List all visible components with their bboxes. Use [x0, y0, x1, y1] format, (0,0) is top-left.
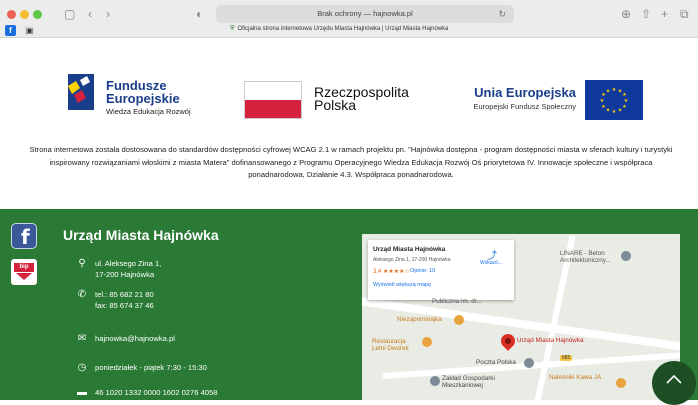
- envelope-icon: ✉: [77, 333, 87, 344]
- eu-flag-icon: ★ ★★ ★★★ ★★★ ★★★: [585, 80, 643, 120]
- restaurant-marker-icon[interactable]: [422, 337, 432, 347]
- google-map-embed[interactable]: Urząd Miasta Hajnówka Aleksego Zina 1, 1…: [362, 234, 680, 400]
- directions-link[interactable]: Wskazó...: [480, 260, 502, 266]
- svg-text:★: ★: [612, 109, 617, 115]
- phone-number[interactable]: tel.: 85 682 21 80: [95, 290, 154, 299]
- place-name: Urząd Miasta Hajnówka: [373, 246, 446, 253]
- tab-overview-icon[interactable]: ⧉: [680, 7, 689, 21]
- footer-contact-section: f bip Urząd Miasta Hajnówka ⚲ ul. Alekse…: [0, 209, 698, 400]
- fundusze-europejskie-logo-icon: [68, 74, 94, 110]
- map-marker-icon[interactable]: [621, 251, 631, 261]
- pl-line2: Polska: [314, 97, 357, 113]
- office-hours: poniedziałek - piątek 7:30 - 15:30: [95, 363, 207, 372]
- bip-label: bip: [14, 263, 34, 272]
- main-location-pin-icon[interactable]: [498, 331, 518, 351]
- unia-europejska-text: Unia Europejska Europejski Fundusz Społe…: [440, 86, 576, 111]
- ue-line2: Europejski Fundusz Społeczny: [473, 102, 576, 111]
- email-link[interactable]: hajnowka@hajnowka.pl: [95, 333, 175, 344]
- place-address: Aleksego Zina 1, 17-200 Hajnówka: [373, 257, 451, 263]
- cafe-marker-icon[interactable]: [616, 378, 626, 388]
- fax-number: fax: 85 674 37 46: [95, 301, 154, 310]
- bank-card-icon: ▬: [77, 387, 87, 398]
- map-poi-linare[interactable]: LINARE - Beton Architektoniczny...: [560, 250, 611, 264]
- location-pin-icon: ⚲: [78, 258, 86, 269]
- eu-funding-logos: Fundusze Europejskie Wiedza Edukacja Roz…: [0, 38, 698, 138]
- reload-icon[interactable]: ↻: [498, 5, 506, 23]
- svg-text:★: ★: [606, 89, 611, 95]
- bip-link-icon[interactable]: bip: [11, 259, 37, 285]
- footer-title: Urząd Miasta Hajnówka: [63, 227, 219, 243]
- fundusze-europejskie-text: Fundusze Europejskie Wiedza Edukacja Roz…: [106, 79, 191, 116]
- post-office-marker-icon[interactable]: [524, 358, 534, 368]
- svg-text:★: ★: [606, 108, 611, 114]
- view-larger-map-link[interactable]: Wyświetl większą mapę: [373, 282, 431, 288]
- map-poi-restauracja[interactable]: Restauracja Letni Dworek: [372, 338, 409, 352]
- scroll-to-top-button[interactable]: [652, 361, 696, 405]
- clock-icon: ◷: [77, 362, 87, 373]
- address-bar[interactable]: Brak ochrony — hajnowka.pl ↻: [216, 5, 514, 23]
- rzeczpospolita-polska-text: Rzeczpospolita Polska: [314, 85, 409, 113]
- svg-text:★: ★: [622, 104, 627, 110]
- zoom-window-button[interactable]: [33, 10, 42, 19]
- poland-flag-icon: [244, 81, 302, 119]
- fe-line2: Europejskie: [106, 91, 180, 106]
- city-crest-icon: ⛨: [230, 26, 235, 32]
- browser-toolbar: ▢ ‹ › ◐ Brak ochrony — hajnowka.pl ↻ ⊕ ⇧…: [0, 0, 698, 38]
- poi-zaklad-line2: Mieszkaniowej: [442, 382, 483, 389]
- restaurant-marker-icon[interactable]: [454, 315, 464, 325]
- svg-text:★: ★: [600, 98, 605, 104]
- facebook-link-icon[interactable]: f: [11, 223, 37, 249]
- forward-icon[interactable]: ›: [106, 7, 110, 21]
- privacy-shield-icon[interactable]: ◐: [196, 7, 203, 21]
- map-poi-zaklad[interactable]: Zakład Gospodarki Mieszkaniowej: [442, 375, 495, 389]
- reviews-link[interactable]: Opinie: 10: [410, 268, 435, 274]
- chevron-up-icon: [666, 374, 682, 384]
- road-number-badge: 685: [560, 355, 573, 361]
- phone-icon: ✆: [77, 289, 87, 300]
- download-icon[interactable]: ⊕: [621, 7, 631, 21]
- tab-active[interactable]: ⛨ Oficjalna strona internetowa Urzędu Mia…: [230, 26, 449, 33]
- accessibility-notice: Strona internetowa została dostosowana d…: [29, 145, 673, 179]
- map-place-card: Urząd Miasta Hajnówka Aleksego Zina 1, 1…: [368, 240, 514, 300]
- tab-bar: f ▣ ⛨ Oficjalna strona internetowa Urzędu…: [0, 24, 698, 38]
- bank-account: 46 1020 1332 0000 1602 0276 4058: [95, 388, 218, 397]
- svg-text:★: ★: [601, 104, 606, 110]
- address-line1: ul. Aleksego Zina 1,: [95, 259, 162, 268]
- close-window-button[interactable]: [7, 10, 16, 19]
- bookmark-favicon-2-icon[interactable]: ▣: [24, 25, 35, 36]
- minimize-window-button[interactable]: [20, 10, 29, 19]
- map-poi-szkola[interactable]: Publiczna im. dr...: [432, 298, 482, 305]
- svg-text:★: ★: [612, 87, 617, 93]
- fe-line3: Wiedza Edukacja Rozwój: [106, 107, 191, 116]
- office-marker-icon[interactable]: [430, 376, 440, 386]
- map-road: [362, 294, 680, 354]
- poi-restauracja-line1: Restauracja: [372, 338, 406, 345]
- ue-line1: Unia Europejska: [474, 85, 576, 100]
- sidebar-icon[interactable]: ▢: [64, 7, 75, 21]
- poi-linare-line1: LINARE - Beton: [560, 250, 605, 257]
- window-controls: [7, 10, 42, 19]
- bookmark-favicon-icon[interactable]: f: [5, 25, 16, 36]
- map-poi-niezapominajka[interactable]: Niezapominajka: [397, 316, 442, 323]
- poi-linare-line2: Architektoniczny...: [560, 257, 611, 264]
- poi-zaklad-line1: Zakład Gospodarki: [442, 375, 495, 382]
- map-poi-urzad[interactable]: Urząd Miasta Hajnówka: [517, 337, 584, 344]
- tab-title: Oficjalna strona internetowa Urzędu Mias…: [237, 26, 449, 32]
- svg-text:★: ★: [618, 108, 623, 114]
- poi-restauracja-line2: Letni Dworek: [372, 345, 409, 352]
- share-icon[interactable]: ⇧: [641, 7, 651, 21]
- new-tab-icon[interactable]: +: [661, 7, 668, 21]
- map-poi-poczta[interactable]: Poczta Polska: [476, 359, 516, 366]
- place-rating: 3,4 ★★★★☆: [373, 269, 410, 275]
- address-text: Brak ochrony — hajnowka.pl: [317, 9, 413, 18]
- address-line2: 17-200 Hajnówka: [95, 270, 155, 279]
- back-icon[interactable]: ‹: [88, 7, 92, 21]
- map-poi-nalesniki[interactable]: Naleśniki Kawa JA: [549, 374, 601, 381]
